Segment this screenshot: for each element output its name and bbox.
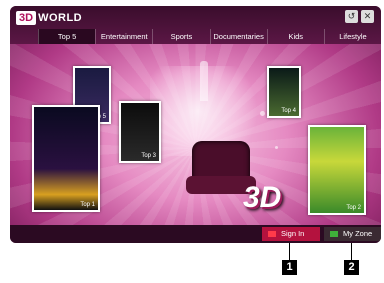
rank-label: Top 2 — [346, 205, 361, 211]
sign-in-button[interactable]: Sign In — [262, 227, 320, 241]
callout-line-2 — [351, 243, 352, 260]
center-3d-logo: 3D — [243, 181, 282, 214]
thumbnail-top4[interactable]: Top 4 — [267, 66, 301, 118]
callout-1: 1 — [282, 260, 297, 275]
top-bar: 3D WORLD ↺ ✕ Top 5 Entertainment Sports … — [10, 6, 381, 44]
green-key-icon — [330, 231, 338, 237]
back-icon[interactable]: ↺ — [345, 10, 358, 23]
rank-label: Top 4 — [281, 108, 296, 114]
tab-entertainment[interactable]: Entertainment — [95, 29, 152, 44]
logo-text: WORLD — [38, 12, 83, 24]
thumbnail-top3[interactable]: Top 3 — [119, 101, 161, 163]
tab-lifestyle[interactable]: Lifestyle — [323, 29, 381, 44]
rank-label: Top 1 — [80, 202, 95, 208]
sign-in-label: Sign In — [281, 229, 305, 238]
rank-label: Top 3 — [141, 153, 156, 159]
tab-kids[interactable]: Kids — [266, 29, 324, 44]
petal — [260, 111, 265, 116]
my-zone-button[interactable]: My Zone — [324, 227, 381, 241]
red-key-icon — [268, 231, 276, 237]
petal — [275, 146, 278, 149]
my-zone-label: My Zone — [343, 229, 373, 238]
tv-screen: 3D WORLD ↺ ✕ Top 5 Entertainment Sports … — [10, 6, 381, 243]
logo-mark: 3D — [16, 11, 37, 25]
callout-2: 2 — [344, 260, 359, 275]
category-tabs: Top 5 Entertainment Sports Documentaries… — [38, 29, 381, 44]
close-icon[interactable]: ✕ — [361, 10, 374, 23]
bottom-bar: Sign In My Zone — [10, 225, 381, 243]
tab-top5[interactable]: Top 5 — [38, 29, 96, 44]
callout-line-1 — [289, 243, 290, 260]
thumbnail-top2[interactable]: Top 2 — [308, 125, 366, 215]
tab-sports[interactable]: Sports — [152, 29, 209, 44]
thumbnail-top1[interactable]: Top 1 — [32, 105, 100, 212]
tab-documentaries[interactable]: Documentaries — [209, 29, 267, 44]
3d-world-logo: 3D WORLD — [16, 10, 82, 26]
